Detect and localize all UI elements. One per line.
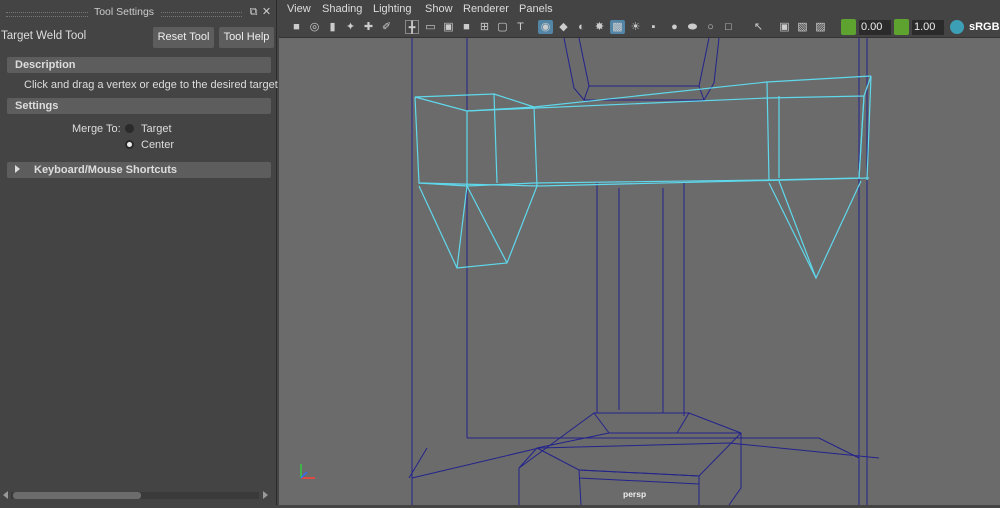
merge-target-label: Target — [141, 123, 172, 135]
drag-grip[interactable] — [158, 12, 242, 17]
section-title: Settings — [15, 100, 59, 112]
grid-icon[interactable]: ╋ — [405, 20, 419, 34]
tool-help-button[interactable]: Tool Help — [219, 27, 274, 48]
camera-attributes-icon[interactable]: ◎ — [307, 20, 322, 34]
description-text: Click and drag a vertex or edge to the d… — [24, 79, 278, 91]
scroll-right-icon[interactable] — [263, 491, 268, 499]
film-gate-icon[interactable]: ▭ — [423, 20, 438, 34]
menu-show[interactable]: Show — [425, 3, 453, 15]
exposure-field[interactable]: 0.00 — [859, 20, 891, 35]
xray-active-icon[interactable]: ▧ — [795, 20, 810, 34]
xray-icon[interactable]: ▩ — [610, 20, 625, 34]
anti-aliasing-icon[interactable]: ○ — [703, 20, 718, 34]
viewport-menubar: View Shading Lighting Show Renderer Pane… — [279, 0, 1000, 18]
viewport-toolbar: ■ ◎ ▮ ✦ ✚ ✐ ╋ ▭ ▣ ■ ⊞ ▢ T ◉ ◆ ◐ ✸ ▩ ☀ ▪ … — [279, 18, 1000, 38]
panel-title: Tool Settings — [88, 6, 160, 18]
merge-center-radio[interactable] — [125, 140, 134, 149]
float-panel-icon[interactable]: ⧉ — [248, 7, 259, 18]
backface-culling-icon[interactable]: ▨ — [813, 20, 828, 34]
ambient-occlusion-icon[interactable]: ● — [667, 20, 682, 34]
gamma-field[interactable]: 1.00 — [912, 20, 944, 35]
bookmark-icon[interactable]: ▮ — [325, 20, 340, 34]
merge-to-label: Merge To: — [72, 123, 121, 135]
safe-title-icon[interactable]: T — [513, 20, 528, 34]
wireframe-scene[interactable] — [279, 37, 1000, 506]
unselected-mesh — [408, 37, 880, 506]
shortcuts-section-header[interactable]: Keyboard/Mouse Shortcuts — [7, 162, 271, 178]
xray-joints-icon[interactable]: ▣ — [777, 20, 792, 34]
default-material-icon[interactable]: ◐ — [574, 20, 589, 34]
expand-arrow-icon — [15, 165, 20, 173]
menu-lighting[interactable]: Lighting — [373, 3, 412, 15]
settings-section-header[interactable]: Settings — [7, 98, 271, 114]
image-plane-icon[interactable]: ✦ — [343, 20, 358, 34]
gate-mask-icon[interactable]: ■ — [459, 20, 474, 34]
gamma-icon[interactable] — [894, 19, 909, 35]
radio-dot — [127, 142, 132, 147]
depth-of-field-icon[interactable]: □ — [721, 20, 736, 34]
isolate-select-icon[interactable]: ↖ — [751, 20, 766, 34]
scroll-thumb[interactable] — [13, 492, 141, 499]
axis-gizmo — [300, 464, 315, 479]
exposure-icon[interactable] — [841, 19, 856, 35]
menu-view[interactable]: View — [287, 3, 311, 15]
menu-renderer[interactable]: Renderer — [463, 3, 509, 15]
color-management-icon[interactable] — [950, 20, 964, 34]
description-section-header[interactable]: Description — [7, 57, 271, 73]
tool-settings-panel: Tool Settings ⧉ ✕ Target Weld Tool Reset… — [0, 0, 278, 505]
smooth-shade-icon[interactable]: ◆ — [556, 20, 571, 34]
drag-grip[interactable] — [6, 12, 90, 17]
menu-panels[interactable]: Panels — [519, 3, 553, 15]
two-d-pan-zoom-icon[interactable]: ✐ — [379, 20, 394, 34]
field-chart-icon[interactable]: ⊞ — [477, 20, 492, 34]
close-icon[interactable]: ✕ — [261, 7, 272, 18]
lights-icon[interactable]: ☀ — [628, 20, 643, 34]
camera-icon[interactable]: ■ — [289, 20, 304, 34]
motion-blur-icon[interactable]: ⬬ — [685, 20, 700, 34]
shadows-icon[interactable]: ▪ — [646, 20, 661, 34]
reset-tool-button[interactable]: Reset Tool — [153, 27, 214, 48]
viewport-panel[interactable]: View Shading Lighting Show Renderer Pane… — [279, 0, 1000, 506]
grease-pencil-icon[interactable]: ✚ — [361, 20, 376, 34]
camera-label: persp — [623, 489, 647, 499]
tool-name: Target Weld Tool — [1, 30, 87, 42]
selected-mesh — [414, 75, 872, 280]
safe-action-icon[interactable]: ▢ — [495, 20, 510, 34]
wireframe-icon[interactable]: ◉ — [538, 20, 553, 34]
section-title: Description — [15, 59, 76, 71]
resolution-gate-icon[interactable]: ▣ — [441, 20, 456, 34]
horizontal-scrollbar[interactable] — [0, 489, 272, 502]
color-space-label[interactable]: sRGB — [969, 20, 1000, 34]
viewport-canvas[interactable] — [279, 37, 1000, 506]
merge-center-label: Center — [141, 139, 175, 151]
menu-shading[interactable]: Shading — [322, 3, 362, 15]
panel-titlebar[interactable]: Tool Settings ⧉ ✕ — [0, 4, 276, 21]
merge-target-radio[interactable] — [125, 124, 134, 133]
section-title: Keyboard/Mouse Shortcuts — [34, 164, 178, 176]
textured-icon[interactable]: ✸ — [592, 20, 607, 34]
scroll-left-icon[interactable] — [3, 491, 8, 499]
